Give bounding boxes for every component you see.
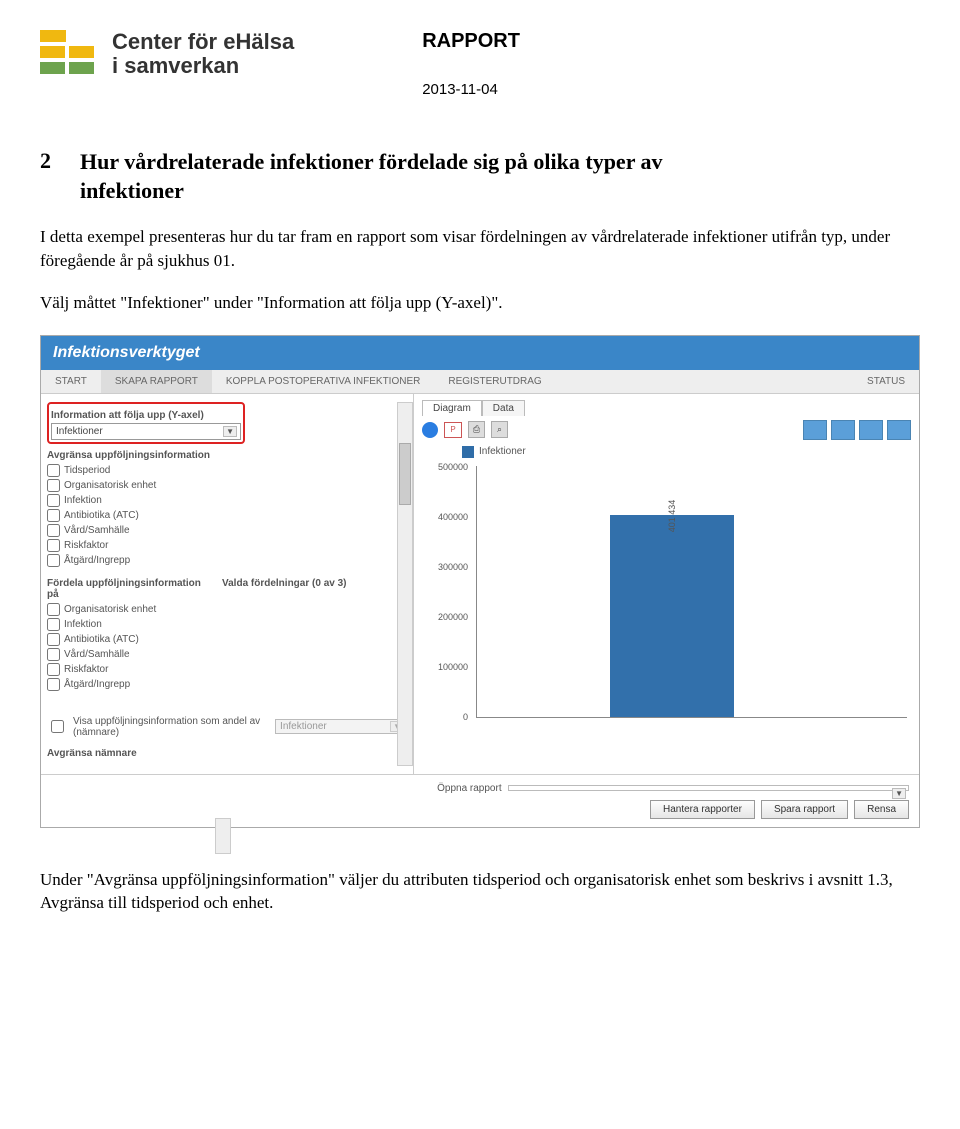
paragraph-1: I detta exempel presenteras hur du tar f…: [40, 225, 920, 273]
paragraph-3: Under "Avgränsa uppföljningsinformation"…: [40, 868, 920, 916]
legend: Infektioner: [462, 446, 911, 458]
print-icon[interactable]: ⎙: [468, 421, 485, 438]
paragraph-2: Välj måttet "Infektioner" under "Informa…: [40, 291, 920, 315]
page-header: Center för eHälsa i samverkan RAPPORT 20…: [40, 30, 920, 98]
list-item: Vård/Samhälle: [47, 647, 212, 662]
bar-value-label: 401 434: [667, 500, 677, 533]
zoom-icon[interactable]: ⌕: [491, 421, 508, 438]
nav-skapa-rapport[interactable]: SKAPA RAPPORT: [101, 370, 212, 393]
checkbox[interactable]: [47, 648, 60, 661]
filter-pane: Information att följa upp (Y-axel) Infek…: [41, 394, 414, 774]
list-item: Tidsperiod▸: [47, 463, 407, 478]
y-axis-select[interactable]: Infektioner: [51, 423, 241, 440]
checkbox[interactable]: [47, 603, 60, 616]
y-axis-selector-highlight: Information att följa upp (Y-axel) Infek…: [47, 402, 245, 444]
valda-label: Valda fördelningar (0 av 3): [222, 578, 387, 589]
checkbox[interactable]: [47, 464, 60, 477]
app-nav: START SKAPA RAPPORT KOPPLA POSTOPERATIVA…: [41, 370, 919, 394]
nav-status[interactable]: STATUS: [853, 370, 919, 393]
nav-start[interactable]: START: [41, 370, 101, 393]
avgransa-label: Avgränsa uppföljningsinformation: [47, 450, 407, 461]
list-item: Organisatorisk enhet: [47, 602, 212, 617]
chart: 500000 400000 300000 200000 100000 0 401…: [426, 466, 911, 736]
y-axis: 500000 400000 300000 200000 100000 0: [426, 466, 472, 718]
fordela-label: Fördela uppföljningsinformation på: [47, 578, 212, 600]
tab-data[interactable]: Data: [482, 400, 525, 416]
checkbox[interactable]: [47, 678, 60, 691]
avgransa-namnare-label: Avgränsa nämnare: [47, 748, 407, 759]
andel-label: Visa uppföljningsinformation som andel a…: [73, 716, 269, 738]
chart-type-buttons: [803, 420, 911, 440]
y-axis-label: Information att följa upp (Y-axel): [51, 410, 241, 421]
fordela-list: Organisatorisk enhet Infektion Antibioti…: [47, 602, 212, 692]
andel-select[interactable]: Infektioner: [275, 719, 407, 734]
chart-pane: Diagram Data P ⎙ ⌕ Infektioner: [414, 394, 919, 774]
checkbox[interactable]: [47, 524, 60, 537]
report-label: RAPPORT: [422, 30, 520, 53]
list-item: Riskfaktor: [47, 662, 212, 677]
checkbox[interactable]: [47, 633, 60, 646]
left-scrollbar[interactable]: [397, 402, 413, 766]
list-item: Antibiotika (ATC): [47, 632, 212, 647]
app-title: Infektionsverktyget: [41, 336, 919, 370]
nav-koppla[interactable]: KOPPLA POSTOPERATIVA INFEKTIONER: [212, 370, 435, 393]
list-item: Vård/Samhälle▸: [47, 523, 407, 538]
legend-label: Infektioner: [479, 446, 526, 457]
scrollbar[interactable]: [215, 818, 231, 854]
list-item: Antibiotika (ATC)▸: [47, 508, 407, 523]
list-item: Åtgärd/Ingrepp: [47, 677, 212, 692]
powerpoint-icon[interactable]: P: [444, 422, 462, 438]
plot-area: 401 434: [476, 466, 907, 718]
andel-checkbox[interactable]: [51, 720, 64, 733]
checkbox[interactable]: [47, 554, 60, 567]
table-icon[interactable]: [831, 420, 855, 440]
list-item: Åtgärd/Ingrepp▸: [47, 553, 407, 568]
org-name: Center för eHälsa i samverkan: [112, 30, 294, 78]
app-window: Infektionsverktyget START SKAPA RAPPORT …: [40, 335, 920, 828]
chart-toolbar: P ⎙ ⌕: [422, 420, 911, 440]
logo-icon: [40, 30, 94, 74]
hantera-button[interactable]: Hantera rapporter: [650, 800, 755, 819]
list-item: Infektion: [47, 617, 212, 632]
checkbox[interactable]: [47, 509, 60, 522]
open-report-label: Öppna rapport: [437, 783, 502, 794]
section-heading: 2 Hur vårdrelaterade infektioner fördela…: [40, 148, 920, 205]
checkbox[interactable]: [47, 539, 60, 552]
list-item: Riskfaktor▸: [47, 538, 407, 553]
section-title: Hur vårdrelaterade infektioner fördelade…: [80, 148, 663, 205]
nav-register[interactable]: REGISTERUTDRAG: [434, 370, 555, 393]
app-footer: Öppna rapport Hantera rapporter Spara ra…: [41, 775, 919, 827]
bar: 401 434: [610, 515, 734, 717]
spara-button[interactable]: Spara rapport: [761, 800, 848, 819]
line-chart-icon[interactable]: [859, 420, 883, 440]
rensa-button[interactable]: Rensa: [854, 800, 909, 819]
checkbox[interactable]: [47, 618, 60, 631]
checkbox[interactable]: [47, 494, 60, 507]
area-chart-icon[interactable]: [887, 420, 911, 440]
info-icon[interactable]: [422, 422, 438, 438]
list-item: Infektion▸: [47, 493, 407, 508]
open-report-select[interactable]: [508, 785, 909, 791]
report-meta: RAPPORT 2013-11-04: [422, 30, 520, 98]
checkbox[interactable]: [47, 479, 60, 492]
list-item: Organisatorisk enhet▸: [47, 478, 407, 493]
legend-swatch: [462, 446, 474, 458]
chart-tabs: Diagram Data: [422, 400, 911, 416]
section-number: 2: [40, 148, 80, 205]
avgransa-list: Tidsperiod▸ Organisatorisk enhet▸ Infekt…: [47, 463, 407, 568]
report-date: 2013-11-04: [422, 81, 520, 98]
tab-diagram[interactable]: Diagram: [422, 400, 482, 416]
bar-chart-icon[interactable]: [803, 420, 827, 440]
checkbox[interactable]: [47, 663, 60, 676]
